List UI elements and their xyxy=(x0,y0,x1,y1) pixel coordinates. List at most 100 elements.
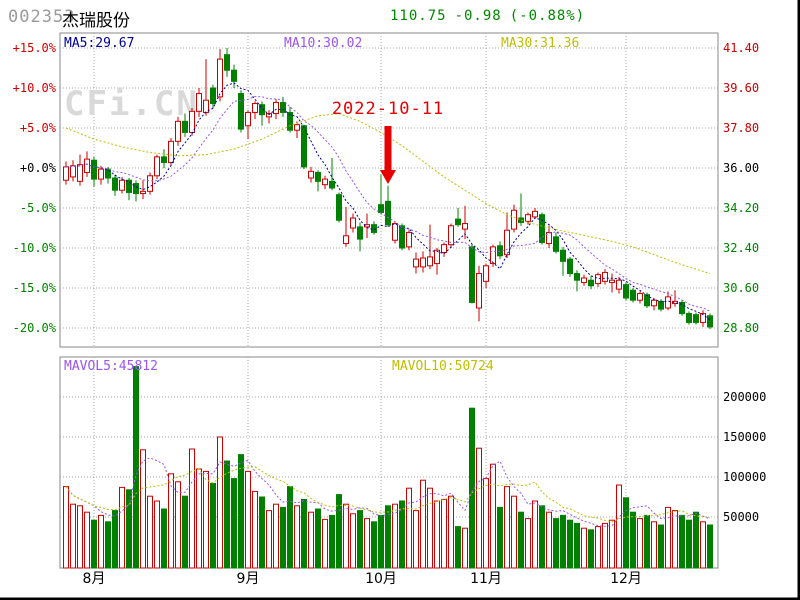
volume-bar xyxy=(365,519,370,568)
candle-body xyxy=(484,266,489,282)
candle-body xyxy=(78,165,83,182)
y-axis-left-label: -10.0% xyxy=(13,241,57,255)
y-axis-right-label: 39.60 xyxy=(723,81,759,95)
candle-body xyxy=(610,280,615,282)
y-axis-right-label: 37.80 xyxy=(723,121,759,135)
volume-bar xyxy=(617,485,622,568)
volume-bar xyxy=(533,501,538,568)
y-axis-right-label: 34.20 xyxy=(723,201,759,215)
candle-body xyxy=(337,195,342,221)
candle-body xyxy=(428,257,433,266)
price-quote: 110.75-0.98(-0.88%) xyxy=(390,8,593,24)
volume-bar xyxy=(190,449,195,568)
volume-bar xyxy=(78,506,83,568)
volume-bar xyxy=(274,504,279,568)
volume-bar xyxy=(414,511,419,568)
volume-bar xyxy=(225,461,230,568)
volume-bar xyxy=(484,479,489,568)
volume-bar xyxy=(267,511,272,568)
volume-bar xyxy=(211,483,216,568)
volume-bar xyxy=(295,506,300,568)
y-axis-left-label: +5.0% xyxy=(20,121,57,135)
candle-body xyxy=(155,157,160,176)
candle-body xyxy=(708,316,713,327)
volume-bar xyxy=(246,471,251,568)
candle-body xyxy=(113,178,118,190)
volume-bar xyxy=(309,512,314,568)
volume-bar xyxy=(708,525,713,568)
candle-body xyxy=(274,102,279,113)
date-annotation: 2022-10-11 xyxy=(332,99,444,184)
x-axis-month-label: 11月 xyxy=(470,571,502,587)
volume-bar xyxy=(127,490,132,568)
candle-body xyxy=(246,112,251,125)
volume-bar xyxy=(498,507,503,568)
volume-bar xyxy=(659,525,664,568)
candle-body xyxy=(358,227,363,239)
candle-body xyxy=(106,169,111,178)
candle-body xyxy=(631,290,636,300)
candle-body xyxy=(225,55,230,71)
candle-body xyxy=(71,166,76,177)
volume-bar xyxy=(645,515,650,568)
candle-body xyxy=(393,224,398,241)
volume-bar xyxy=(512,496,517,568)
volume-bar xyxy=(603,523,608,568)
candle-body xyxy=(309,171,314,178)
header-bar: 002353 杰瑞股份 110.75-0.98(-0.88%) xyxy=(0,4,800,32)
candle-body xyxy=(463,224,468,230)
volume-bar xyxy=(302,499,307,568)
volume-bar xyxy=(358,511,363,568)
candle-body xyxy=(85,159,90,172)
ma-legend-2: MA30:31.36 xyxy=(501,36,579,51)
volume-bar xyxy=(85,512,90,568)
candle-body xyxy=(470,247,475,303)
candle-body xyxy=(624,285,629,298)
candle-body xyxy=(491,247,496,264)
volume-bar xyxy=(176,482,181,568)
stock-name: 杰瑞股份 xyxy=(62,6,130,31)
candle-body xyxy=(568,259,573,273)
volume-bar xyxy=(260,497,265,568)
volume-bar xyxy=(449,496,454,568)
volume-bar xyxy=(204,471,209,568)
volume-bar xyxy=(568,520,573,568)
volume-bar xyxy=(610,520,615,568)
y-axis-left-label: -15.0% xyxy=(13,281,57,295)
candle-body xyxy=(372,225,377,233)
x-axis-month-label: 9月 xyxy=(237,571,260,587)
volume-bar xyxy=(162,509,167,568)
volume-bar xyxy=(351,514,356,568)
x-axis-month-label: 8月 xyxy=(83,571,106,587)
volume-bar xyxy=(477,448,482,568)
candle-body xyxy=(330,181,335,188)
volume-bar xyxy=(197,469,202,568)
volume-bar xyxy=(330,515,335,568)
candle-body xyxy=(603,272,608,281)
stock-chart-window: 002353 杰瑞股份 110.75-0.98(-0.88%) CFi.CN +… xyxy=(0,0,800,600)
candle-body xyxy=(533,211,538,217)
candle-body xyxy=(92,160,97,179)
y-axis-right-label: 28.80 xyxy=(723,321,759,335)
volume-bar xyxy=(169,474,174,568)
y-axis-right-label: 41.40 xyxy=(723,41,759,55)
volume-bar xyxy=(540,506,545,568)
volume-bar xyxy=(372,522,377,568)
candle-body xyxy=(414,259,419,267)
volume-bar xyxy=(666,507,671,568)
candle-body xyxy=(169,141,174,162)
candle-body xyxy=(659,301,664,309)
volume-bar xyxy=(148,496,153,568)
volume-bar xyxy=(582,528,587,568)
y-axis-left-label: +10.0% xyxy=(13,81,57,95)
price-change-pct: (-0.88%) xyxy=(510,8,585,24)
candle-body xyxy=(281,102,286,112)
candle-body xyxy=(505,230,510,254)
volume-bar xyxy=(526,519,531,568)
candle-body xyxy=(141,191,146,193)
x-axis-month-label: 12月 xyxy=(610,571,642,587)
volume-bar xyxy=(232,479,237,568)
y-axis-left-label: -5.0% xyxy=(20,201,57,215)
volume-bar xyxy=(680,515,685,568)
volume-bar xyxy=(155,501,160,568)
